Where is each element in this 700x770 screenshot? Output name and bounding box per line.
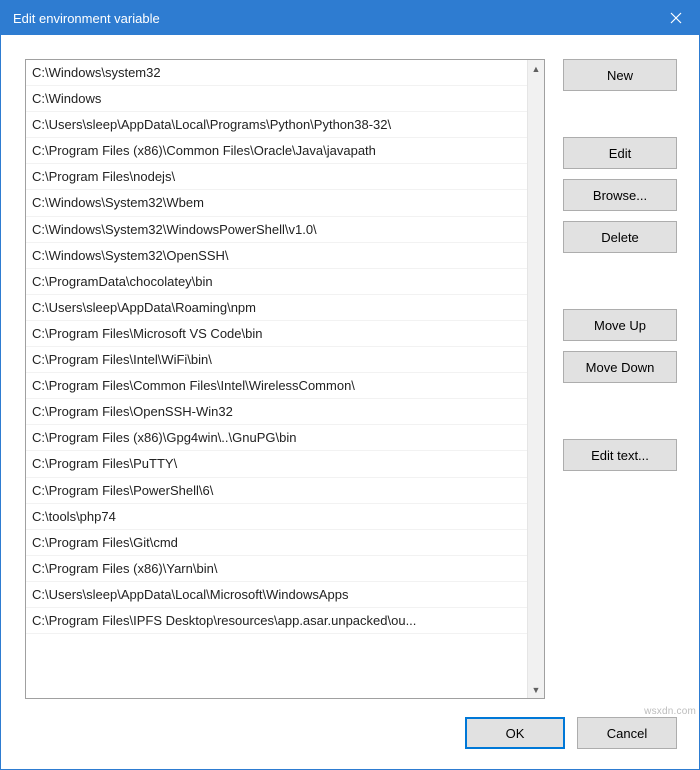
titlebar: Edit environment variable	[1, 1, 699, 35]
list-item[interactable]: C:\Users\sleep\AppData\Local\Programs\Py…	[26, 112, 527, 138]
close-icon	[670, 12, 682, 24]
list-item[interactable]: C:\Program Files (x86)\Gpg4win\..\GnuPG\…	[26, 425, 527, 451]
chevron-up-icon: ▲	[532, 64, 541, 74]
chevron-down-icon: ▼	[532, 685, 541, 695]
list-item[interactable]: C:\Program Files\IPFS Desktop\resources\…	[26, 608, 527, 634]
dialog-body: C:\Windows\system32C:\WindowsC:\Users\sl…	[1, 35, 699, 711]
edit-button[interactable]: Edit	[563, 137, 677, 169]
list-item[interactable]: C:\Program Files\Microsoft VS Code\bin	[26, 321, 527, 347]
close-button[interactable]	[653, 1, 699, 35]
list-item[interactable]: C:\Program Files (x86)\Common Files\Orac…	[26, 138, 527, 164]
list-item[interactable]: C:\Windows\System32\OpenSSH\	[26, 243, 527, 269]
button-sidebar: New Edit Browse... Delete Move Up Move D…	[563, 59, 677, 699]
move-down-button[interactable]: Move Down	[563, 351, 677, 383]
delete-button[interactable]: Delete	[563, 221, 677, 253]
list-item[interactable]: C:\Users\sleep\AppData\Local\Microsoft\W…	[26, 582, 527, 608]
list-item[interactable]: C:\Program Files (x86)\Yarn\bin\	[26, 556, 527, 582]
path-list[interactable]: C:\Windows\system32C:\WindowsC:\Users\sl…	[26, 60, 527, 698]
new-button[interactable]: New	[563, 59, 677, 91]
list-item[interactable]: C:\Program Files\PuTTY\	[26, 451, 527, 477]
env-var-edit-dialog: Edit environment variable C:\Windows\sys…	[0, 0, 700, 770]
move-up-button[interactable]: Move Up	[563, 309, 677, 341]
list-item[interactable]: C:\Program Files\PowerShell\6\	[26, 478, 527, 504]
list-item[interactable]: C:\ProgramData\chocolatey\bin	[26, 269, 527, 295]
window-title: Edit environment variable	[13, 11, 653, 26]
ok-button[interactable]: OK	[465, 717, 565, 749]
scroll-down-button[interactable]: ▼	[528, 681, 544, 698]
list-item[interactable]: C:\Windows\system32	[26, 60, 527, 86]
list-item[interactable]: C:\Windows\System32\WindowsPowerShell\v1…	[26, 217, 527, 243]
list-item[interactable]: C:\Program Files\OpenSSH-Win32	[26, 399, 527, 425]
browse-button[interactable]: Browse...	[563, 179, 677, 211]
watermark: wsxdn.com	[644, 706, 696, 717]
list-item[interactable]: C:\Program Files\nodejs\	[26, 164, 527, 190]
list-item[interactable]: C:\tools\php74	[26, 504, 527, 530]
scroll-up-button[interactable]: ▲	[528, 60, 544, 77]
edit-text-button[interactable]: Edit text...	[563, 439, 677, 471]
list-item[interactable]: C:\Windows\System32\Wbem	[26, 190, 527, 216]
cancel-button[interactable]: Cancel	[577, 717, 677, 749]
dialog-footer: OK Cancel	[1, 711, 699, 769]
scroll-track[interactable]	[528, 77, 544, 681]
list-item[interactable]: C:\Windows	[26, 86, 527, 112]
path-list-container: C:\Windows\system32C:\WindowsC:\Users\sl…	[25, 59, 545, 699]
list-item[interactable]: C:\Program Files\Common Files\Intel\Wire…	[26, 373, 527, 399]
list-item[interactable]: C:\Users\sleep\AppData\Roaming\npm	[26, 295, 527, 321]
list-item[interactable]: C:\Program Files\Intel\WiFi\bin\	[26, 347, 527, 373]
list-item[interactable]: C:\Program Files\Git\cmd	[26, 530, 527, 556]
scrollbar[interactable]: ▲ ▼	[527, 60, 544, 698]
